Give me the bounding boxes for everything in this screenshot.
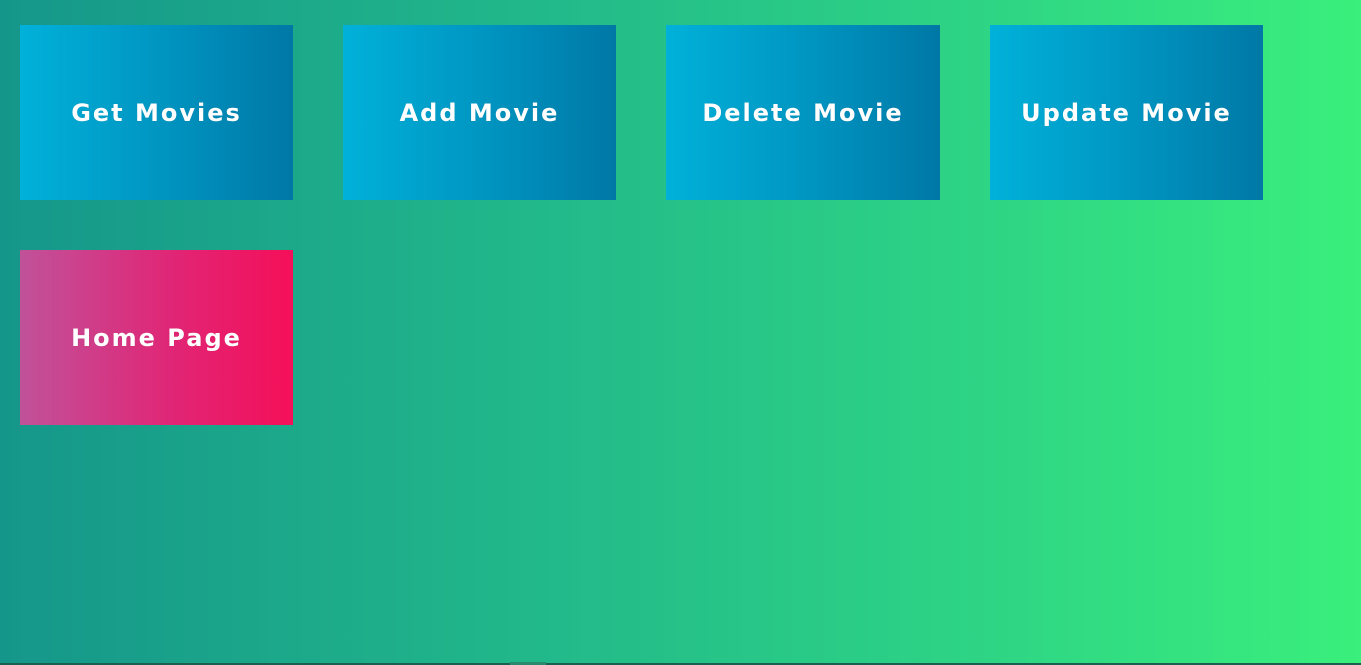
get-movies-label: Get Movies xyxy=(71,98,242,127)
delete-movie-button[interactable]: Delete Movie xyxy=(666,25,940,200)
add-movie-button[interactable]: Add Movie xyxy=(343,25,616,200)
update-movie-button[interactable]: Update Movie xyxy=(990,25,1263,200)
home-page-label: Home Page xyxy=(71,323,242,352)
add-movie-label: Add Movie xyxy=(399,98,560,127)
home-page-button[interactable]: Home Page xyxy=(20,250,293,425)
update-movie-label: Update Movie xyxy=(1021,98,1232,127)
get-movies-button[interactable]: Get Movies xyxy=(20,25,293,200)
delete-movie-label: Delete Movie xyxy=(702,98,904,127)
